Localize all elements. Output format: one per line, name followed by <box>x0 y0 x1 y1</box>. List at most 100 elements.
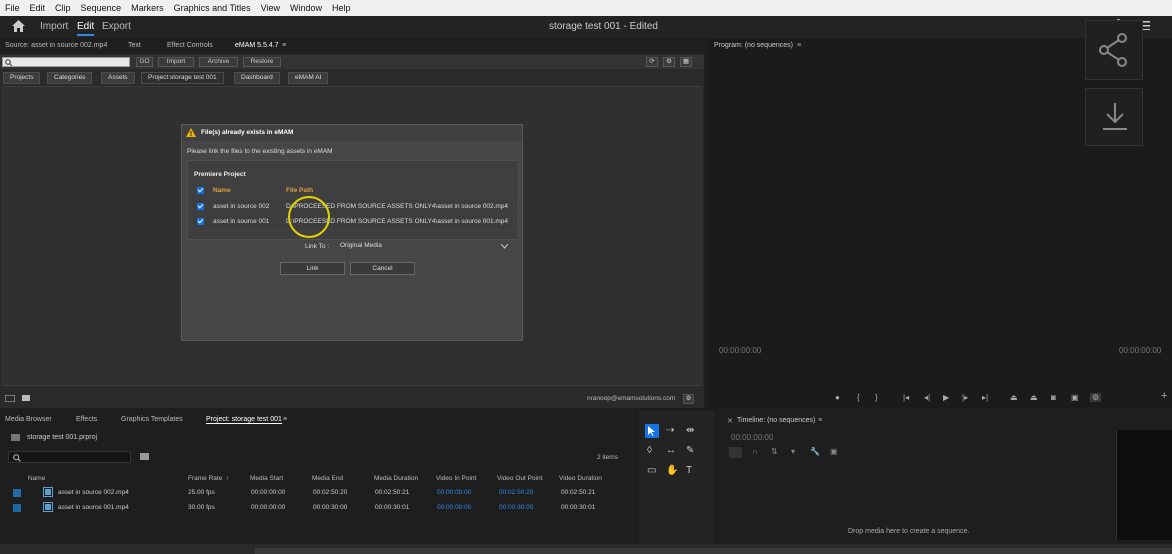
settings-icon[interactable]: ⚙ <box>663 57 675 67</box>
video-in-point[interactable]: 00:00:00:00 <box>437 504 471 511</box>
search-input[interactable] <box>2 57 130 67</box>
new-bin-icon[interactable] <box>140 453 149 460</box>
tab-source[interactable]: Source: asset in source 002.mp4 <box>5 42 107 49</box>
col-media-start[interactable]: Media Start <box>250 475 283 482</box>
play-icon[interactable]: ▶ <box>943 393 949 402</box>
subtab-project-storage[interactable]: Project:storage test 001 <box>141 72 224 84</box>
row-checkbox[interactable] <box>197 218 204 225</box>
thumbnail-view-icon[interactable] <box>22 395 30 401</box>
menu-markers[interactable]: Markers <box>126 3 169 13</box>
export-frame-icon[interactable]: ◙ <box>1051 393 1056 402</box>
tab-menu-icon[interactable]: ≡ <box>282 42 286 49</box>
import-mode[interactable]: Import <box>40 21 68 32</box>
clip-name[interactable]: asset in source 002.mp4 <box>58 489 129 496</box>
col-video-out[interactable]: Video Out Point <box>497 475 542 482</box>
tab-text[interactable]: Text <box>128 42 141 49</box>
go-button[interactable]: GO <box>136 57 153 67</box>
cancel-button[interactable]: Cancel <box>350 262 415 275</box>
snap-icon[interactable]: ∩ <box>752 447 758 456</box>
subtab-dashboard[interactable]: Dashboard <box>234 72 280 84</box>
horizontal-scrollbar[interactable] <box>0 544 1172 554</box>
col-video-in[interactable]: Video In Point <box>436 475 476 482</box>
add-marker-icon[interactable]: ▾ <box>791 447 795 456</box>
link-button[interactable]: Link <box>280 262 345 275</box>
rectangle-icon[interactable]: ▭ <box>647 465 656 476</box>
mark-out-icon[interactable]: } <box>875 393 878 402</box>
extract-icon[interactable]: ⏏ <box>1030 393 1038 402</box>
subtab-projects[interactable]: Projects <box>3 72 41 84</box>
mark-in-icon[interactable]: { <box>857 393 860 402</box>
hand-icon[interactable]: ✋ <box>666 465 678 476</box>
refresh-icon[interactable]: ⟳ <box>646 57 658 67</box>
edit-mode[interactable]: Edit <box>77 21 95 36</box>
step-forward-icon[interactable]: |▸ <box>962 393 968 402</box>
menu-clip[interactable]: Clip <box>50 3 76 13</box>
col-media-duration[interactable]: Media Duration <box>374 475 418 482</box>
timeline-close-icon[interactable]: ✕ <box>727 417 733 425</box>
video-out-point[interactable]: 00:02:50:20 <box>499 489 533 496</box>
tab-emam[interactable]: eMAM 5.5.4.7 <box>235 42 279 49</box>
tab-graphics-templates[interactable]: Graphics Templates <box>121 416 183 423</box>
clip-name[interactable]: asset in source 001.mp4 <box>58 504 129 511</box>
video-in-point[interactable]: 00:00:00:00 <box>437 489 471 496</box>
go-to-in-icon[interactable]: |◂ <box>903 393 909 402</box>
project-tab-menu-icon[interactable]: ≡ <box>283 416 287 423</box>
go-to-out-icon[interactable]: ▸| <box>982 393 988 402</box>
label-color-swatch[interactable] <box>13 504 21 512</box>
wrench-icon[interactable]: 🔧 <box>810 447 820 456</box>
import-button[interactable]: Import <box>158 57 194 67</box>
col-video-duration[interactable]: Video Duration <box>559 475 602 482</box>
menu-window[interactable]: Window <box>285 3 327 13</box>
button-editor-icon[interactable]: ⚙ <box>1090 393 1102 402</box>
step-back-icon[interactable]: ◂| <box>924 393 930 402</box>
link-to-select[interactable]: Original Media <box>338 241 512 252</box>
select-all-checkbox[interactable] <box>197 187 204 194</box>
subtab-categories[interactable]: Categories <box>47 72 93 84</box>
download-overlay[interactable] <box>1085 88 1143 146</box>
slip-icon[interactable]: ↔ <box>666 445 676 456</box>
project-search-input[interactable] <box>8 451 131 463</box>
razor-icon[interactable]: ◊ <box>647 445 652 456</box>
menu-sequence[interactable]: Sequence <box>76 3 127 13</box>
list-view-icon[interactable] <box>5 395 15 402</box>
label-color-swatch[interactable] <box>13 489 21 497</box>
export-mode[interactable]: Export <box>102 21 131 32</box>
nest-icon[interactable] <box>729 447 742 458</box>
captions-icon[interactable]: ▣ <box>830 447 838 456</box>
grid-icon[interactable]: ▦ <box>680 57 692 67</box>
menu-graphics[interactable]: Graphics and Titles <box>169 3 256 13</box>
scrollbar-thumb[interactable] <box>255 548 1172 554</box>
home-icon[interactable] <box>12 20 25 32</box>
tab-project[interactable]: Project: storage test 001 <box>206 416 282 424</box>
footer-settings-icon[interactable]: ⚙ <box>683 394 694 404</box>
add-button-icon[interactable]: + <box>1161 390 1167 402</box>
pen-icon[interactable]: ✎ <box>686 445 694 456</box>
marker-icon[interactable]: ● <box>835 393 840 402</box>
timeline-menu-icon[interactable]: ≡ <box>818 417 822 424</box>
menu-file[interactable]: File <box>0 3 25 13</box>
col-name[interactable]: Name <box>28 475 45 482</box>
linked-selection-icon[interactable]: ⇅ <box>771 447 778 456</box>
program-menu-icon[interactable]: ≡ <box>797 42 801 49</box>
tab-effect-controls[interactable]: Effect Controls <box>167 42 213 49</box>
menu-help[interactable]: Help <box>327 3 356 13</box>
menu-edit[interactable]: Edit <box>25 3 51 13</box>
ripple-edit-icon[interactable]: ⇹ <box>686 425 694 436</box>
restore-button[interactable]: Restore <box>243 57 281 67</box>
tab-media-browser[interactable]: Media Browser <box>5 416 52 423</box>
menu-view[interactable]: View <box>256 3 285 13</box>
col-media-end[interactable]: Media End <box>312 475 343 482</box>
col-frame-rate[interactable]: Frame Rate <box>188 475 222 482</box>
subtab-emam-ai[interactable]: eMAM AI <box>288 72 329 84</box>
type-icon[interactable]: T <box>686 465 692 476</box>
comparison-view-icon[interactable]: ▣ <box>1071 393 1079 402</box>
row-checkbox[interactable] <box>197 203 204 210</box>
video-out-point[interactable]: 00:00:30:00 <box>499 504 533 511</box>
subtab-assets[interactable]: Assets <box>101 72 135 84</box>
selection-tool-icon[interactable] <box>645 424 659 438</box>
track-select-icon[interactable]: ⇢ <box>666 425 674 436</box>
archive-button[interactable]: Archive <box>199 57 238 67</box>
share-overlay[interactable] <box>1085 20 1143 80</box>
lift-icon[interactable]: ⏏ <box>1010 393 1018 402</box>
tab-effects[interactable]: Effects <box>76 416 97 423</box>
